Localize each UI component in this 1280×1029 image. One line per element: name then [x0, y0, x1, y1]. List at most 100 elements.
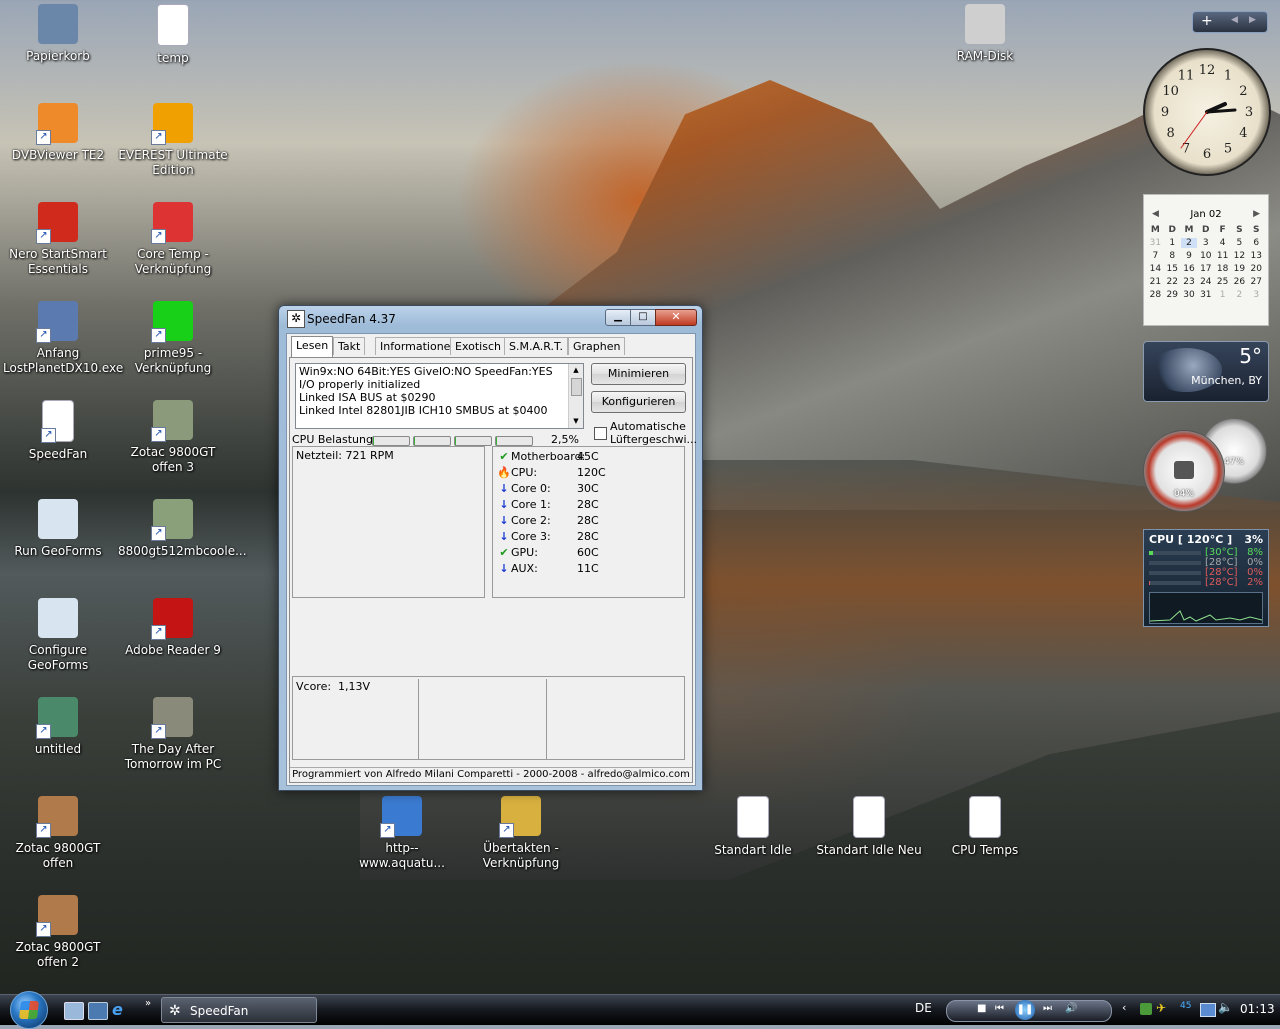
speedfan-window[interactable]: ✲ SpeedFan 4.37 ▁ □ ✕ Lesen Takt Informa…	[278, 305, 703, 791]
scroll-thumb[interactable]	[571, 378, 582, 396]
scroll-up-icon[interactable]: ▲	[569, 364, 583, 377]
desktop-icon[interactable]: ↗ Zotac 9800GT offen 3	[118, 400, 228, 475]
desktop-icon[interactable]: RAM-Disk	[930, 4, 1040, 64]
calendar-day[interactable]: 31	[1147, 238, 1164, 248]
taskbar-button-speedfan[interactable]: ✲ SpeedFan	[161, 997, 317, 1023]
calendar-day[interactable]: 27	[1248, 277, 1265, 287]
desktop-icon[interactable]: ↗ The Day After Tomorrow im PC	[118, 697, 228, 772]
desktop-icon[interactable]: ↗ Anfang LostPlanetDX10.exe	[3, 301, 123, 376]
desktop-icon[interactable]: ↗ Adobe Reader 9	[118, 598, 228, 658]
calendar-day[interactable]: 22	[1164, 277, 1181, 287]
calendar-day[interactable]: 6	[1248, 238, 1265, 248]
auto-fan-checkbox[interactable]	[594, 427, 607, 440]
minimize-button[interactable]: Minimieren	[591, 363, 686, 385]
calendar-day[interactable]: 30	[1181, 290, 1198, 300]
media-player-toolbar[interactable]: ■ ⏮ ❚❚ ⏭ 🔊	[946, 1000, 1112, 1022]
clock-time[interactable]: 01:13	[1240, 1002, 1275, 1016]
desktop-icon[interactable]: ↗ DVBViewer TE2	[3, 103, 113, 163]
log-scrollbar[interactable]: ▲ ▼	[568, 364, 583, 428]
close-window-button[interactable]: ✕	[655, 309, 697, 326]
scroll-down-icon[interactable]: ▼	[569, 415, 583, 428]
calendar-day[interactable]: 31	[1197, 290, 1214, 300]
calendar-day[interactable]: 19	[1231, 264, 1248, 274]
calendar-day[interactable]: 1	[1214, 290, 1231, 300]
calendar-day[interactable]: 5	[1231, 238, 1248, 248]
desktop-icon[interactable]: Standart Idle	[698, 796, 808, 858]
desktop-icon[interactable]: Configure GeoForms	[3, 598, 113, 673]
desktop-icon[interactable]: ↗ untitled	[3, 697, 113, 757]
tab-takt[interactable]: Takt	[333, 337, 366, 355]
calendar-day[interactable]: 14	[1147, 264, 1164, 274]
cpu-monitor-gadget[interactable]: CPU [ 120°C ] 3% [30°C] 8% [28°C] 0% [28°C] 0…	[1143, 529, 1269, 627]
maximize-window-button[interactable]: □	[630, 309, 656, 326]
add-gadget-icon[interactable]: +	[1201, 13, 1213, 29]
next-track-icon[interactable]: ⏭	[1043, 1003, 1052, 1014]
calendar-day[interactable]: 18	[1214, 264, 1231, 274]
previous-track-icon[interactable]: ⏮	[995, 1003, 1004, 1014]
calendar-day[interactable]: 1	[1164, 238, 1181, 248]
volume-tray-icon[interactable]: 🔈	[1218, 1000, 1233, 1014]
desktop-icon[interactable]: ↗ Zotac 9800GT offen	[3, 796, 113, 871]
desktop-icon[interactable]: ↗ Nero StartSmart Essentials	[3, 202, 113, 277]
calendar-day[interactable]: 13	[1248, 251, 1265, 261]
next-gadget-icon[interactable]: ▶	[1249, 15, 1256, 25]
desktop-icon[interactable]: Run GeoForms	[3, 499, 113, 559]
calendar-day[interactable]: 2	[1180, 238, 1198, 248]
desktop-icon[interactable]: ↗ prime95 - Verknüpfung	[118, 301, 228, 376]
calendar-day[interactable]: 7	[1147, 251, 1164, 261]
language-indicator[interactable]: DE	[915, 1001, 932, 1015]
tab-smart[interactable]: S.M.A.R.T.	[504, 337, 568, 355]
desktop-icon[interactable]: ↗ Zotac 9800GT offen 2	[3, 895, 113, 970]
switch-windows-icon[interactable]	[88, 1002, 108, 1020]
configure-button[interactable]: Konfigurieren	[591, 391, 686, 413]
tab-lesen[interactable]: Lesen	[291, 336, 334, 357]
desktop-icon[interactable]: ↗ SpeedFan	[3, 400, 113, 462]
desktop-icon[interactable]: ↗ Core Temp - Verknüpfung	[118, 202, 228, 277]
calendar-day[interactable]: 11	[1214, 251, 1231, 261]
tab-exotisch[interactable]: Exotisch	[450, 337, 506, 355]
desktop-icon[interactable]: CPU Temps	[930, 796, 1040, 858]
calendar-day[interactable]: 23	[1181, 277, 1198, 287]
tray-plane-icon[interactable]: ✈	[1156, 1001, 1166, 1015]
desktop-icon[interactable]: temp	[118, 4, 228, 66]
calendar-day[interactable]: 3	[1197, 238, 1214, 248]
prev-gadget-icon[interactable]: ◀	[1231, 15, 1238, 25]
clock-gadget[interactable]: 12 1 2 3 4 5 6 7 8 9 10 11	[1143, 48, 1271, 176]
calendar-day[interactable]: 17	[1197, 264, 1214, 274]
calendar-day[interactable]: 20	[1248, 264, 1265, 274]
tray-expand-icon[interactable]: ‹	[1122, 1001, 1126, 1014]
next-month-icon[interactable]: ▶	[1253, 209, 1260, 219]
calendar-day[interactable]: 8	[1164, 251, 1181, 261]
internet-explorer-icon[interactable]: e	[112, 1002, 130, 1018]
desktop-icon[interactable]: ↗ Übertakten - Verknüpfung	[466, 796, 576, 871]
tab-graphen[interactable]: Graphen	[568, 337, 626, 355]
calendar-day[interactable]: 15	[1164, 264, 1181, 274]
title-bar[interactable]: ✲ SpeedFan 4.37 ▁ □ ✕	[285, 309, 697, 329]
calendar-day[interactable]: 4	[1214, 238, 1231, 248]
tray-temp-icon[interactable]: 45	[1180, 1001, 1191, 1011]
calendar-day[interactable]: 9	[1181, 251, 1198, 261]
tray-app-icon[interactable]	[1140, 1003, 1152, 1015]
calendar-day[interactable]: 16	[1181, 264, 1198, 274]
desktop-icon[interactable]: ↗ http--www.aquatu...	[347, 796, 457, 871]
desktop-icon[interactable]: ↗ EVEREST Ultimate Edition	[118, 103, 228, 178]
meter-gadget[interactable]: 47% 04%	[1143, 418, 1267, 512]
pause-icon[interactable]: ❚❚	[1015, 1000, 1035, 1020]
weather-gadget[interactable]: 5° München, BY	[1143, 341, 1269, 402]
calendar-day[interactable]: 29	[1164, 290, 1181, 300]
calendar-day[interactable]: 3	[1248, 290, 1265, 300]
show-desktop-icon[interactable]	[64, 1002, 84, 1020]
calendar-day[interactable]: 26	[1231, 277, 1248, 287]
calendar-day[interactable]: 25	[1214, 277, 1231, 287]
network-icon[interactable]	[1200, 1003, 1216, 1017]
stop-icon[interactable]: ■	[977, 1003, 986, 1014]
volume-icon[interactable]: 🔊	[1065, 1003, 1077, 1014]
calendar-gadget[interactable]: ◀ Jan 02 ▶ M D M D F S S 31 1 2 3 4 5 6 7 8 9 10 11 12 13 14 1…	[1143, 194, 1269, 326]
calendar-day[interactable]: 21	[1147, 277, 1164, 287]
calendar-day[interactable]: 24	[1197, 277, 1214, 287]
log-textbox[interactable]: Win9x:NO 64Bit:YES GiveIO:NO SpeedFan:YE…	[295, 363, 584, 429]
start-button[interactable]	[10, 991, 48, 1029]
desktop-icon[interactable]: Standart Idle Neu	[814, 796, 924, 858]
desktop-icon[interactable]: ↗ 8800gt512mbcoole...	[118, 499, 247, 559]
calendar-day[interactable]: 2	[1231, 290, 1248, 300]
